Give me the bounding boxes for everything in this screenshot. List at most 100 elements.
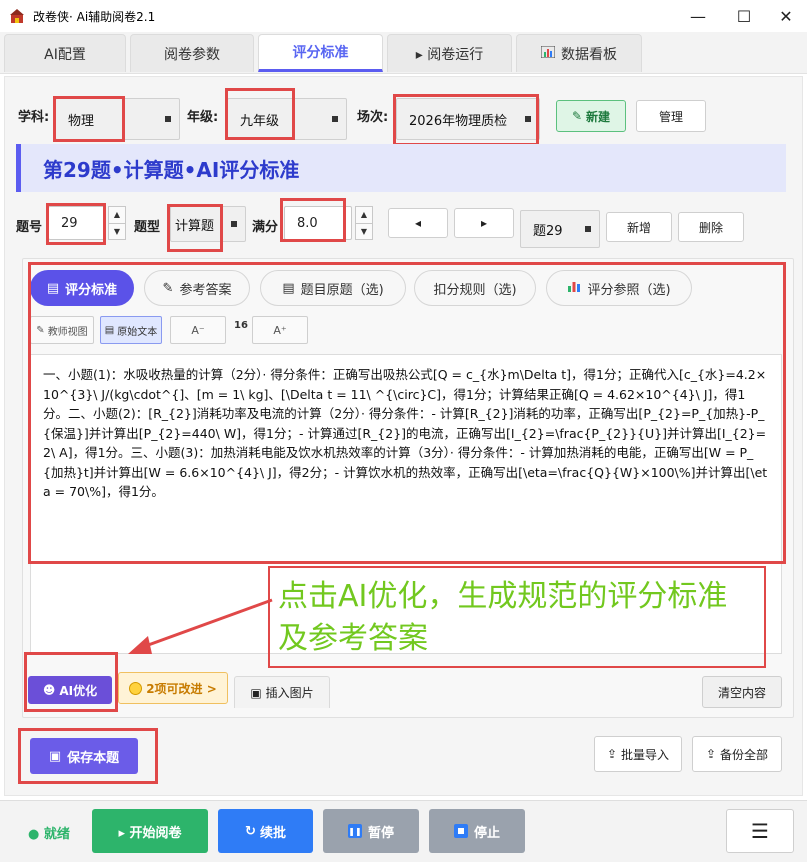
page-title: 第29题•计算题•AI评分标准 xyxy=(16,144,786,192)
dropdown-icon xyxy=(585,226,591,232)
callout-line-1: 点击AI优化，生成规范的评分标准 xyxy=(278,579,728,614)
question-number-value: 29 xyxy=(61,215,78,231)
ai-optimize-label: AI优化 xyxy=(59,683,98,698)
font-increase-button[interactable]: A⁺ xyxy=(252,316,308,344)
subject-label: 学科: xyxy=(18,110,50,125)
tab-dashboard[interactable]: 数据看板 xyxy=(516,34,642,72)
font-increase-icon: A⁺ xyxy=(273,323,287,337)
annotation-arrow-icon xyxy=(128,598,273,654)
tab-scoring-standard[interactable]: 评分标准 xyxy=(258,34,383,72)
step-down-icon[interactable]: ▼ xyxy=(109,224,125,240)
subtab-scoring-reference[interactable]: 评分参照（选) xyxy=(546,270,692,306)
save-question-label: 保存本题 xyxy=(67,750,120,766)
backup-icon: ⇪ xyxy=(705,747,717,761)
subtab-scoring-standard[interactable]: ▤ 评分标准 xyxy=(30,270,134,306)
start-grading-label: ▸ 开始阅卷 xyxy=(118,825,182,841)
callout-line-2: 及参考答案 xyxy=(278,621,428,656)
insert-image-button[interactable]: ▣ 插入图片 xyxy=(234,676,330,708)
add-question-button[interactable]: 新增 xyxy=(606,212,672,242)
tab-grading-run[interactable]: ▸ 阅卷运行 xyxy=(387,34,512,72)
full-score-stepper[interactable]: ▲ ▼ xyxy=(355,206,373,240)
tab-label: ▸ 阅卷运行 xyxy=(415,46,484,63)
full-score-input[interactable]: 8.0 xyxy=(284,206,352,240)
session-select[interactable]: 2026年物理质检 xyxy=(396,98,540,140)
window-title: 改卷侠· Ai辅助阅卷2.1 xyxy=(33,9,156,24)
annotation-callout: 点击AI优化，生成规范的评分标准 及参考答案 xyxy=(268,566,766,668)
subject-select[interactable]: 物理 xyxy=(55,98,180,140)
stop-icon xyxy=(453,824,468,838)
raw-text-label: 原始文本 xyxy=(117,326,158,338)
pause-label: 暂停 xyxy=(367,825,394,841)
teacher-icon: ✎ xyxy=(36,324,45,336)
step-up-icon[interactable]: ▲ xyxy=(356,207,372,224)
pause-button[interactable]: ❚❚ 暂停 xyxy=(323,809,419,853)
bar-chart-icon xyxy=(567,280,581,296)
tab-label: AI配置 xyxy=(44,46,86,63)
close-button[interactable]: ✕ xyxy=(763,0,807,32)
subtab-label: 参考答案 xyxy=(179,282,232,298)
question-type-select[interactable]: 计算题 xyxy=(170,206,246,242)
clear-content-button[interactable]: 清空内容 xyxy=(702,676,782,708)
grade-value: 九年级 xyxy=(240,113,280,129)
session-label: 场次: xyxy=(357,110,389,125)
tab-grading-params[interactable]: 阅卷参数 xyxy=(130,34,254,72)
improvements-badge[interactable]: 2项可改进 > xyxy=(118,672,228,704)
chevron-left-icon: ◂ xyxy=(414,216,422,230)
minimize-icon: — xyxy=(690,6,706,26)
grade-label: 年级: xyxy=(187,110,219,125)
save-question-button[interactable]: ▣ 保存本题 xyxy=(30,738,138,774)
new-button[interactable]: ✎ 新建 xyxy=(556,100,626,132)
stop-label: 停止 xyxy=(473,825,500,841)
question-number-input[interactable]: 29 xyxy=(48,206,106,240)
camera-icon: ▣ xyxy=(250,685,262,700)
tab-label: 数据看板 xyxy=(561,46,617,63)
delete-question-button[interactable]: 删除 xyxy=(678,212,744,242)
subtab-deduction-rules[interactable]: 扣分规则（选) xyxy=(414,270,536,306)
backup-all-button[interactable]: ⇪ 备份全部 xyxy=(692,736,782,772)
stop-button[interactable]: 停止 xyxy=(429,809,525,853)
save-icon: ▣ xyxy=(48,748,62,764)
font-size-value: 16 xyxy=(234,320,248,331)
text-icon: ▤ xyxy=(104,324,115,336)
raw-text-button[interactable]: ▤ 原始文本 xyxy=(100,316,162,344)
question-number-stepper[interactable]: ▲ ▼ xyxy=(108,206,126,240)
next-question-button[interactable]: ▸ xyxy=(454,208,514,238)
tab-ai-config[interactable]: AI配置 xyxy=(4,34,126,72)
pause-icon: ❚❚ xyxy=(347,824,362,838)
teacher-view-button[interactable]: ✎ 教师视图 xyxy=(30,316,94,344)
question-type-label: 题型 xyxy=(134,220,161,235)
batch-import-button[interactable]: ⇪ 批量导入 xyxy=(594,736,682,772)
hamburger-icon: ☰ xyxy=(751,819,769,843)
question-select[interactable]: 题29 xyxy=(520,210,600,248)
ai-optimize-button[interactable]: ☻ AI优化 xyxy=(28,676,112,704)
robot-icon: ☻ xyxy=(42,683,56,697)
maximize-button[interactable]: ☐ xyxy=(721,0,767,32)
font-decrease-button[interactable]: A⁻ xyxy=(170,316,226,344)
batch-import-label: 批量导入 xyxy=(621,747,670,762)
minimize-button[interactable]: — xyxy=(675,0,721,32)
manage-button-label: 管理 xyxy=(658,109,683,124)
subtab-original-question[interactable]: ▤ 题目原题（选) xyxy=(260,270,406,306)
subtab-reference-answer[interactable]: ✎ 参考答案 xyxy=(144,270,250,306)
question-number-label: 题号 xyxy=(16,220,43,235)
document-icon: ▤ xyxy=(46,280,60,296)
manage-button[interactable]: 管理 xyxy=(636,100,706,132)
subject-value: 物理 xyxy=(68,113,95,129)
grade-select[interactable]: 九年级 xyxy=(227,98,347,140)
bar-chart-icon xyxy=(540,45,556,62)
resume-button[interactable]: ↻ 续批 xyxy=(218,809,313,853)
step-up-icon[interactable]: ▲ xyxy=(109,207,125,224)
dropdown-icon xyxy=(332,116,338,122)
subtab-label: 评分标准 xyxy=(65,282,118,298)
step-down-icon[interactable]: ▼ xyxy=(356,224,372,240)
font-decrease-icon: A⁻ xyxy=(191,323,205,337)
dropdown-icon xyxy=(525,116,531,122)
start-grading-button[interactable]: ▸ 开始阅卷 xyxy=(92,809,208,853)
prev-question-button[interactable]: ◂ xyxy=(388,208,448,238)
title-bar: 改卷侠· Ai辅助阅卷2.1 — ☐ ✕ xyxy=(0,0,807,32)
upload-icon: ⇪ xyxy=(606,747,618,761)
full-score-label: 满分 xyxy=(252,220,279,235)
clear-content-label: 清空内容 xyxy=(717,685,766,700)
menu-button[interactable]: ☰ xyxy=(726,809,794,853)
dropdown-icon xyxy=(231,221,237,227)
